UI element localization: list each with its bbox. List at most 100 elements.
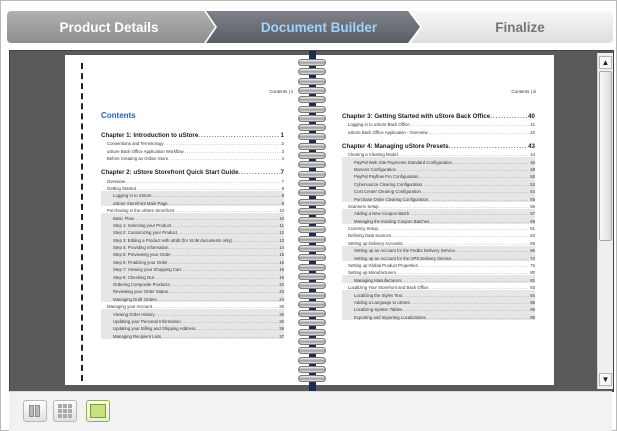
toc-page-number: 61	[530, 226, 535, 232]
binding-ring	[298, 179, 326, 187]
toc-entry: PayPal Payflow Pro Configuration 50	[342, 171, 535, 180]
toc-entry: Step 1: Selecting your Product 11	[101, 220, 284, 228]
toc-chapter: Chapter 1: Introduction to uStore 1	[101, 127, 284, 139]
toc-page-number: 3	[281, 148, 284, 154]
toc-page-number: 25	[279, 304, 284, 310]
dot-leader	[168, 156, 280, 161]
toc-page-number: 14	[279, 245, 284, 251]
toc-entry-text: Managing your Account	[107, 304, 152, 310]
toc-entry-text: PayPal Web Site Payments Standard Config…	[354, 159, 452, 165]
scroll-down-button[interactable]: ▼	[599, 373, 612, 386]
step-document-builder[interactable]: Document Builder	[206, 11, 420, 43]
binding-ring	[298, 217, 326, 225]
binding-ring	[298, 105, 326, 113]
dot-leader	[428, 197, 529, 202]
toc-page-number: 15	[279, 252, 284, 258]
toc-page-number: 85	[530, 299, 535, 305]
toc-entry: Step 4: Providing Information 14	[101, 242, 284, 251]
dot-leader	[152, 304, 278, 309]
toc-page-number: 27	[279, 333, 284, 339]
view-toolbar	[9, 391, 612, 431]
toc-entry-text: uStore Storefront Main Page	[113, 200, 168, 206]
dot-leader	[168, 289, 278, 294]
toc-entry: Before Creating an Online Store 4	[101, 154, 284, 161]
toc-entry-text: Basic Flow	[113, 215, 134, 221]
step-finalize[interactable]: Finalize	[411, 11, 613, 43]
dot-leader	[136, 186, 281, 191]
toc-entry-text: Setting up an Account for the FedEx Deli…	[354, 248, 456, 254]
toc-page-number: 13	[279, 237, 284, 243]
toc-entry: Viewing Order History 25	[101, 309, 284, 317]
toc-entry: Overview 7	[101, 176, 284, 184]
toc-page-number: 8	[281, 185, 284, 191]
page-header: Contents | ii	[269, 89, 293, 94]
vertical-scrollbar[interactable]: ▲ ▼	[597, 53, 613, 389]
toc-entry: Adding a New Coupon Batch 57	[342, 208, 535, 217]
binding-ring	[298, 245, 326, 252]
toc-entry: Basic Flow 10	[101, 213, 284, 221]
dot-leader	[449, 143, 528, 150]
dot-leader	[402, 307, 529, 312]
toc-entry-text: Adding a New Coupon Batch	[354, 211, 410, 217]
toc-page-number: 52	[530, 181, 535, 187]
toc-page-number: 1	[280, 132, 284, 139]
binding-ring	[298, 133, 326, 141]
toc-entry-text: Logging in to uStore	[113, 193, 152, 199]
toc-entry: Getting Started 8	[101, 184, 284, 191]
toc-entry-text: Setting up Global Product Properties	[348, 263, 418, 269]
toc-page-number: 63	[530, 233, 535, 239]
dot-leader	[455, 248, 529, 253]
binding-ring	[298, 77, 326, 85]
dot-leader	[171, 252, 279, 257]
app-frame: Product Details Document Builder Finaliz…	[0, 0, 617, 431]
spread-view-button[interactable]	[86, 400, 110, 422]
toc-entry: Conventions and Terminology 2	[101, 139, 284, 146]
dot-leader	[396, 167, 529, 172]
toc-entry-text: Cybersource Clearing Configuration	[354, 181, 423, 187]
scroll-up-button[interactable]: ▲	[599, 56, 612, 69]
toc-page-number: 65	[530, 240, 535, 246]
dot-leader	[403, 241, 530, 246]
thumbnail-grid-view-button[interactable]	[53, 400, 77, 422]
toc-page-number: 19	[279, 274, 284, 280]
toc-entry-text: Updating your Personal Information	[113, 318, 181, 324]
single-page-view-button[interactable]	[23, 400, 47, 422]
toc-entry-text: uStore Back Office Application Workflow	[107, 148, 184, 154]
dot-leader	[402, 293, 529, 298]
binding-ring	[298, 319, 326, 327]
toc-page-number: 10	[279, 215, 284, 221]
toc-page-number: 56	[530, 203, 535, 209]
binding-ring	[298, 152, 326, 159]
toc-entry: Logging in to uStore 8	[101, 190, 284, 199]
dot-leader	[379, 204, 530, 209]
spread-icon	[90, 404, 106, 418]
dot-leader	[410, 122, 530, 127]
toc-entry-text: Cost Center Clearing Configuration	[354, 189, 421, 195]
toc-entry: Localizing the Styles Text 84	[342, 290, 535, 298]
toc-entry-text: Setting up Manufacturers	[348, 270, 397, 276]
binding-ring	[298, 282, 326, 290]
toc-entry-text: Before Creating an Online Store	[107, 156, 169, 162]
binding-ring	[298, 338, 326, 345]
toc-entry-text: Getting Started	[107, 185, 136, 191]
toc-entry-text: Setting up Delivery Accounts	[348, 240, 403, 246]
step-product-details[interactable]: Product Details	[7, 11, 215, 43]
dot-leader	[184, 149, 281, 154]
binding-ring	[298, 272, 326, 280]
toc-entry: uStore Back Office Application - Overvie…	[342, 127, 535, 135]
dot-leader	[396, 270, 529, 275]
toc-entry: Step 6: Finalizing your Order 16	[101, 257, 284, 265]
toc-page-number: 42	[530, 129, 535, 135]
dot-leader	[134, 216, 278, 221]
dot-leader	[428, 285, 529, 290]
toc-entry-text: Conventions and Terminology	[107, 141, 164, 147]
table-of-contents: Chapter 3: Getting Started with uStore B…	[342, 105, 535, 320]
toc-page-number: 16	[279, 259, 284, 265]
toc-entry: Updating your Billing and Shipping Addre…	[101, 323, 284, 332]
toc-entry-text: Managing Draft Orders	[113, 296, 157, 302]
toc-entry: Managing Draft Orders 24	[101, 294, 284, 302]
toc-page-number: 2	[281, 141, 284, 147]
scrollbar-thumb[interactable]	[599, 71, 612, 241]
toc-entry-text: Step 7: Viewing your Shopping Cart	[113, 267, 181, 273]
toc-entry-text: Managing Recipient Lists	[113, 333, 162, 339]
